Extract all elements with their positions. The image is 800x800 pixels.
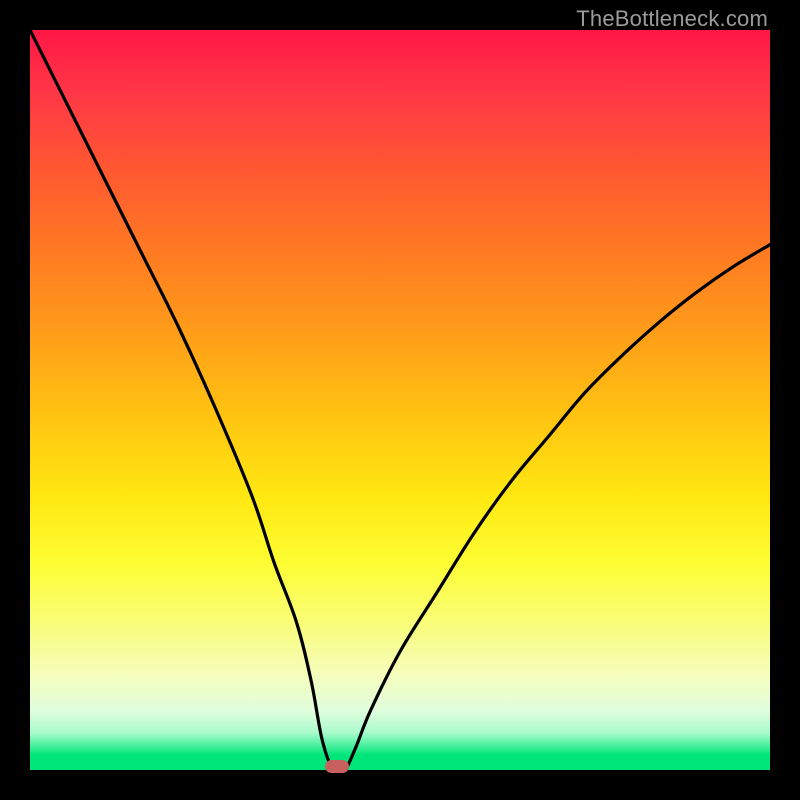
watermark-text: TheBottleneck.com xyxy=(576,6,768,32)
plot-area xyxy=(30,30,770,770)
bottleneck-curve xyxy=(30,30,770,770)
optimum-marker xyxy=(325,760,349,773)
chart-frame: TheBottleneck.com xyxy=(0,0,800,800)
curve-path xyxy=(30,30,770,770)
